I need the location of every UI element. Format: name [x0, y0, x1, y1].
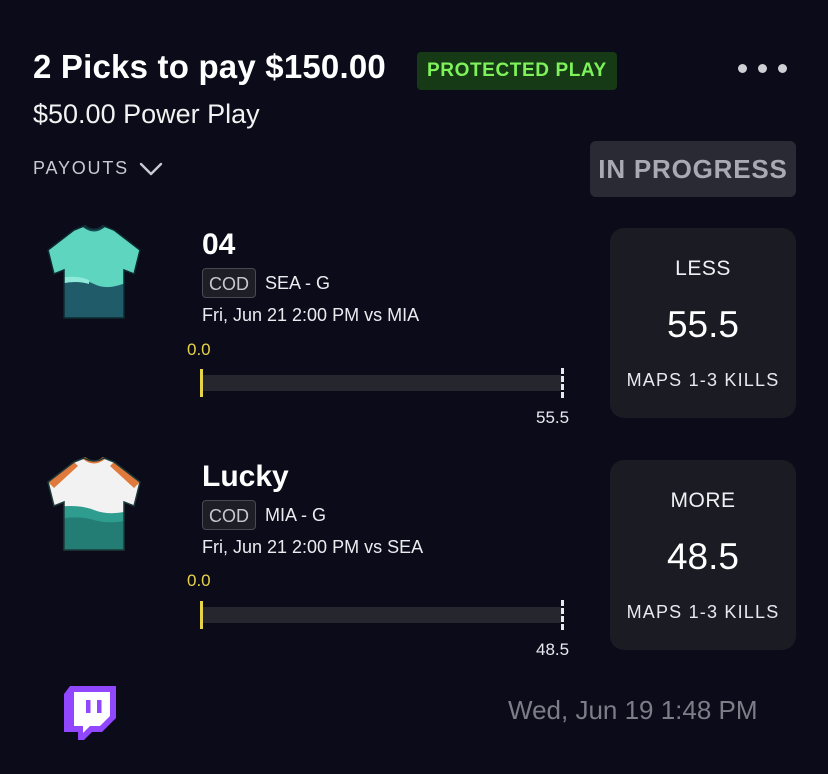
dot [758, 64, 767, 73]
projection-card[interactable]: MORE 48.5 MAPS 1-3 KILLS [610, 460, 796, 650]
more-options-icon[interactable] [738, 64, 787, 73]
pick-direction: LESS [675, 257, 731, 280]
status-badge: IN PROGRESS [590, 141, 796, 197]
projection-line: 48.5 [666, 536, 739, 577]
entry-timestamp: Wed, Jun 19 1:48 PM [508, 695, 758, 725]
game-time: Fri, Jun 21 2:00 PM vs MIA [202, 305, 420, 325]
twitch-icon[interactable] [64, 686, 116, 742]
protected-play-badge: PROTECTED PLAY [417, 52, 617, 90]
progress-track [202, 375, 562, 391]
stat-type: MAPS 1-3 KILLS [626, 602, 780, 622]
team-position: SEA - G [265, 273, 331, 293]
player-name[interactable]: 04 [202, 228, 235, 262]
dot [738, 64, 747, 73]
progress-track [202, 607, 562, 623]
team-position: MIA - G [265, 505, 327, 525]
pick-direction: MORE [670, 489, 736, 512]
white-teal-jersey-icon [44, 454, 144, 554]
target-line [561, 368, 564, 398]
teal-jersey-icon [44, 222, 144, 322]
projection-card[interactable]: LESS 55.5 MAPS 1-3 KILLS [610, 228, 796, 418]
game-time: Fri, Jun 21 2:00 PM vs SEA [202, 537, 424, 557]
entry-subtitle: $50.00 Power Play [33, 99, 260, 129]
stat-type: MAPS 1-3 KILLS [626, 370, 780, 390]
progress-marker [200, 601, 203, 629]
dot [778, 64, 787, 73]
progress-marker [200, 369, 203, 397]
league-tag: COD [202, 268, 256, 298]
current-value: 0.0 [187, 571, 211, 590]
payouts-toggle[interactable]: PAYOUTS [33, 158, 163, 179]
chevron-down-icon [139, 162, 163, 175]
target-value: 55.5 [536, 408, 570, 427]
payouts-label: PAYOUTS [33, 158, 129, 178]
target-value: 48.5 [536, 640, 570, 659]
player-name[interactable]: Lucky [202, 460, 289, 494]
current-value: 0.0 [187, 340, 211, 359]
league-tag: COD [202, 500, 256, 530]
target-line [561, 600, 564, 630]
entry-title: 2 Picks to pay $150.00 [33, 48, 386, 85]
projection-line: 55.5 [666, 304, 739, 345]
